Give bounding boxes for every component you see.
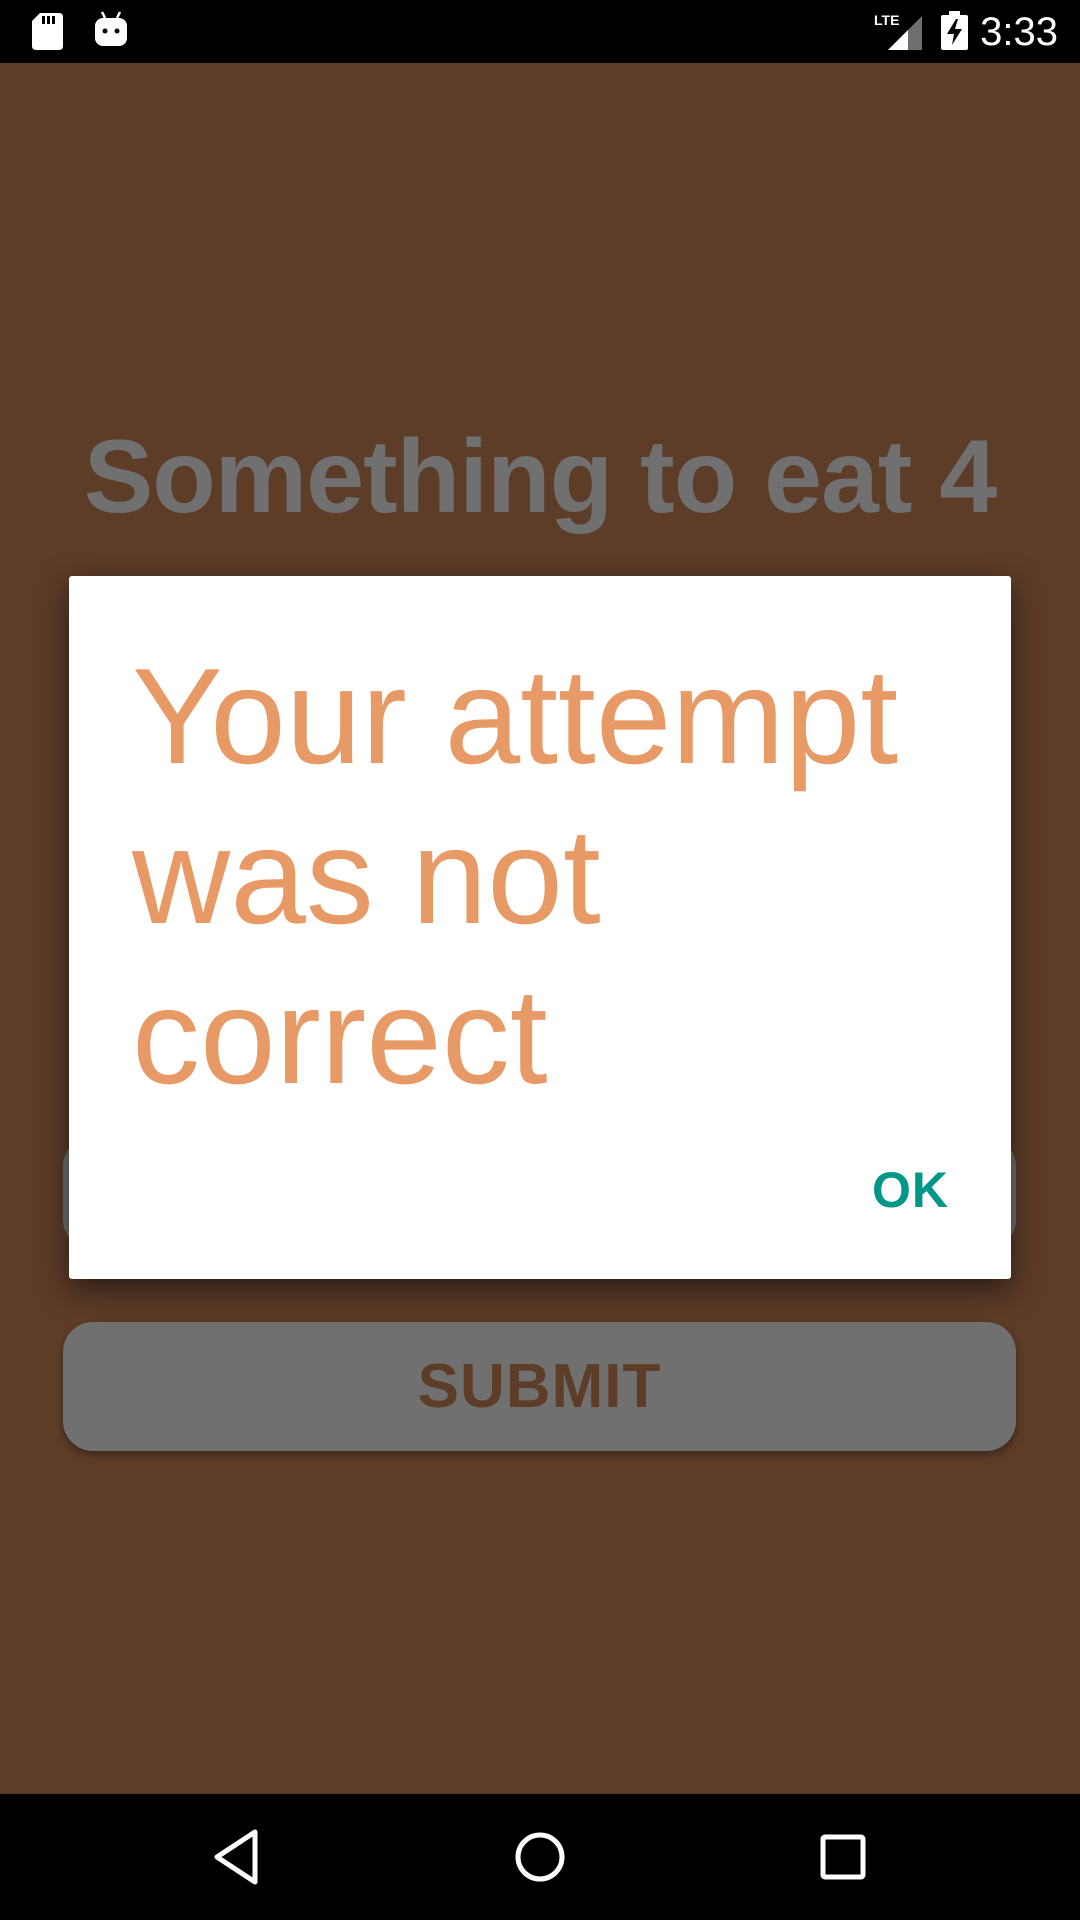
navigation-bar	[0, 1794, 1080, 1920]
battery-charging-icon	[941, 11, 968, 50]
alert-dialog: Your attempt was not correct OK	[69, 576, 1011, 1279]
sd-card-icon	[32, 13, 63, 50]
svg-text:LTE: LTE	[874, 12, 899, 28]
ok-button[interactable]: OK	[872, 1161, 949, 1219]
screen: LTE 3:33 Something to eat 4 SUBMIT Your …	[0, 0, 1080, 1920]
home-icon[interactable]	[505, 1822, 575, 1892]
android-debug-icon	[95, 11, 127, 46]
lte-signal-icon: LTE	[874, 12, 922, 50]
status-clock: 3:33	[980, 10, 1058, 54]
status-bar: LTE 3:33	[0, 0, 1080, 63]
dialog-message: Your attempt was not correct	[132, 640, 899, 1112]
back-icon[interactable]	[203, 1822, 273, 1892]
recents-icon[interactable]	[808, 1822, 878, 1892]
